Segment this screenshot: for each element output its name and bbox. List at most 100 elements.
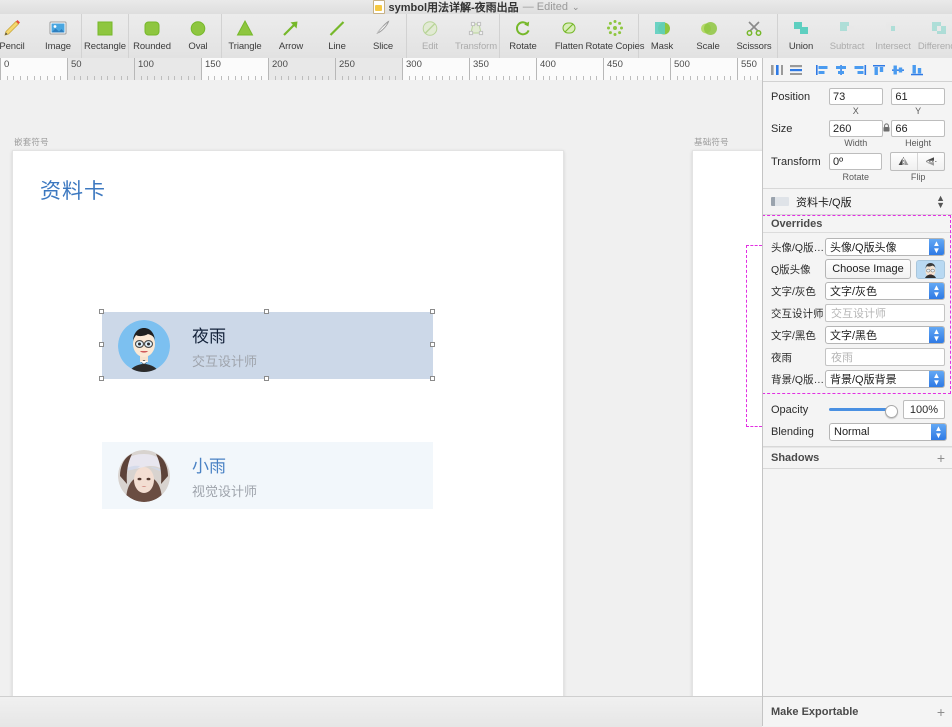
size-width-input[interactable]: 260 [829,120,883,137]
tool-rotate-copies[interactable]: Rotate Copies [586,14,645,58]
make-exportable-bar[interactable]: Make Exportable + [763,696,952,726]
rotate-input[interactable]: 0º [829,153,882,170]
tool-rounded-rectangle[interactable]: Rounded [129,14,175,58]
opacity-slider[interactable] [829,401,898,419]
tool-label: Rotate Copies [585,41,645,52]
tool-image[interactable]: Image [35,14,81,58]
shadows-section-header[interactable]: Shadows + [763,447,952,469]
align-right-icon[interactable] [850,61,869,79]
sketch-document-icon [372,0,385,14]
profile-card[interactable]: 小雨 视觉设计师 [102,442,433,509]
selection-handle-mr[interactable] [430,342,435,347]
flip-buttons[interactable] [890,152,945,171]
position-y-sublabel: Y [915,106,922,116]
tool-subtract[interactable]: Subtract [824,14,870,58]
selection-handle-tl[interactable] [99,309,104,314]
align-bottom-icon[interactable] [907,61,926,79]
blending-label: Blending [771,426,814,438]
chevron-down-icon[interactable]: ⌄ [572,2,580,13]
chevron-updown-icon[interactable]: ▲ ▼ [929,283,944,299]
status-bar [0,696,762,727]
override-text-input[interactable]: 夜雨 [825,348,945,366]
chevron-updown-icon[interactable]: ▲ ▼ [929,327,944,343]
chevron-updown-icon[interactable]: ▲ ▼ [931,424,946,440]
override-label: 交互设计师 [771,307,824,320]
tool-slice[interactable]: Slice [360,14,406,58]
tool-pencil[interactable]: Pencil [0,14,35,58]
position-y-input[interactable]: 61 [891,88,945,105]
artboard-nested-symbol[interactable] [12,150,564,696]
tool-triangle[interactable]: Triangle [222,14,268,58]
artboard-label-main[interactable]: 嵌套符号 [14,136,49,148]
flip-vertical-icon[interactable] [917,153,944,170]
distribute-horizontally-icon[interactable] [767,61,786,79]
selection-handle-bl[interactable] [99,376,104,381]
page-title[interactable]: 资料卡 [40,175,106,205]
artboard-label-side[interactable]: 基础符号 [694,136,729,148]
align-top-icon[interactable] [869,61,888,79]
rounded-rectangle-icon [139,17,165,39]
override-row: 交互设计师 交互设计师 [771,302,945,324]
shadows-label: Shadows [771,452,820,464]
avatar-thumbnail-icon[interactable] [916,259,945,279]
symbol-selector[interactable]: 资料卡/Q版 ▲ ▼ [763,189,952,215]
opacity-slider-knob[interactable] [885,404,898,418]
ruler-tick-label: 300 [406,59,422,70]
align-left-icon[interactable] [812,61,831,79]
align-horizontal-center-icon[interactable] [831,61,850,79]
selection-handle-tc[interactable] [264,309,269,314]
tool-label: Slice [372,41,394,52]
tool-rectangle[interactable]: Rectangle [82,14,128,58]
choose-image-button[interactable]: Choose Image [825,259,911,279]
add-export-button[interactable]: + [937,704,945,720]
stepper-icon[interactable]: ▲ ▼ [936,193,945,209]
selection-handle-tr[interactable] [430,309,435,314]
opacity-input[interactable]: 100% [903,400,945,419]
tool-label: Flatten [554,41,584,52]
chevron-updown-icon[interactable]: ▲ ▼ [929,371,944,387]
flip-horizontal-icon[interactable] [891,153,917,170]
tool-scale[interactable]: Scale [685,14,731,58]
tool-arrow[interactable]: Arrow [268,14,314,58]
distribute-vertically-icon[interactable] [786,61,805,79]
profile-card-selected[interactable]: 夜雨 交互设计师 [102,312,433,379]
tool-oval[interactable]: Oval [175,14,221,58]
tool-line[interactable]: Line [314,14,360,58]
add-shadow-button[interactable]: + [937,450,945,466]
size-height-input[interactable]: 66 [891,120,945,137]
tool-edit[interactable]: Edit [407,14,453,58]
selection-handle-ml[interactable] [99,342,104,347]
tool-rotate[interactable]: Rotate [500,14,546,58]
tool-difference[interactable]: Difference [916,14,952,58]
tool-intersect[interactable]: Intersect [870,14,916,58]
tool-mask[interactable]: Mask [639,14,685,58]
chevron-updown-icon[interactable]: ▲ ▼ [929,239,944,255]
scissors-icon [741,17,767,39]
override-text-input[interactable]: 交互设计师 [825,304,945,322]
appearance-section: Opacity 100% Blending Normal ▲ ▼ [763,394,952,447]
canvas[interactable]: 嵌套符号 基础符号 资料卡 夜雨 交互设计师 小雨 视觉设计师 [0,80,762,696]
align-vertical-center-icon[interactable] [888,61,907,79]
tool-transform[interactable]: Transform [453,14,499,58]
cartoon-avatar-icon [118,319,170,372]
override-select[interactable]: 头像/Q版头像 ▲ ▼ [825,238,945,256]
ruler-tick-label: 400 [540,59,556,70]
transform-icon [463,17,489,39]
lock-icon[interactable] [883,123,892,134]
slice-icon [370,17,396,39]
selection-handle-bc[interactable] [264,376,269,381]
override-select[interactable]: 文字/灰色 ▲ ▼ [825,282,945,300]
selection-handle-br[interactable] [430,376,435,381]
tool-union[interactable]: Union [778,14,824,58]
toolbar: rPencilImageRectangleRoundedOvalTriangle… [0,14,952,59]
override-select[interactable]: 文字/黑色 ▲ ▼ [825,326,945,344]
tool-label: Transform [454,41,498,52]
tool-scissors[interactable]: Scissors [731,14,777,58]
blending-select[interactable]: Normal ▲ ▼ [829,423,947,441]
position-x-input[interactable]: 73 [829,88,883,105]
horizontal-ruler[interactable]: 0 50 100 150 200 250 300 350 400 450 500 550 [0,58,762,81]
override-value: 头像/Q版头像 [830,242,897,254]
override-row: 背景/Q版… 背景/Q版背景 ▲ ▼ [771,368,945,390]
override-select[interactable]: 背景/Q版背景 ▲ ▼ [825,370,945,388]
tool-label: Image [45,41,71,52]
